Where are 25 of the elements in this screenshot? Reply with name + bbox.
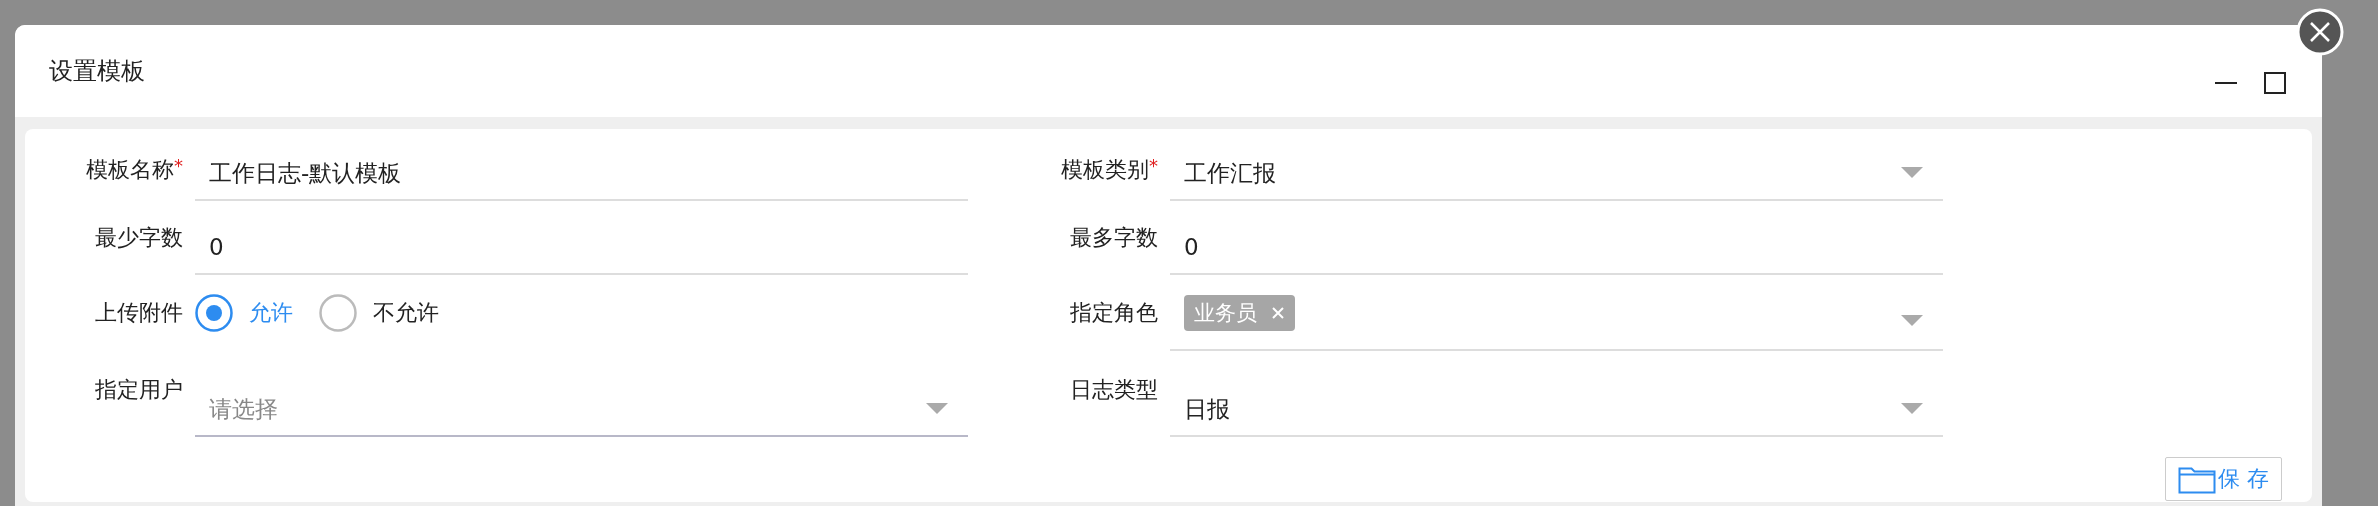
select-field[interactable]: 日报 xyxy=(1170,383,1943,437)
field-label: 模板类别* xyxy=(1061,157,1158,182)
tag-chip: 业务员 xyxy=(1184,295,1295,331)
select-field[interactable]: 请选择 xyxy=(195,383,968,437)
field-label: 指定用户 xyxy=(95,377,183,402)
field-label: 指定角色 xyxy=(1070,300,1158,325)
field-label: 最多字数 xyxy=(1070,225,1158,250)
dialog-title: 设置模板 xyxy=(49,56,145,87)
caret-icon xyxy=(926,403,948,415)
radio-icon[interactable] xyxy=(195,294,233,332)
field-label: 最少字数 xyxy=(95,225,183,250)
radio-option[interactable]: 不允许 xyxy=(319,294,439,332)
caret-icon xyxy=(1901,167,1923,179)
caret-icon xyxy=(1901,315,1923,327)
maximize-icon[interactable] xyxy=(2264,72,2286,94)
radio-icon[interactable] xyxy=(319,294,357,332)
field-label: 上传附件 xyxy=(95,300,183,325)
input-field[interactable]: 工作日志-默认模板 xyxy=(195,147,968,201)
input-field[interactable]: 0 xyxy=(1170,221,1943,275)
select-field[interactable]: 工作汇报 xyxy=(1170,147,1943,201)
caret-icon xyxy=(1901,403,1923,415)
field-label: 日志类型 xyxy=(1070,377,1158,402)
field-label: 模板名称* xyxy=(86,157,183,182)
close-icon[interactable] xyxy=(2296,8,2344,56)
input-field[interactable]: 0 xyxy=(195,221,968,275)
